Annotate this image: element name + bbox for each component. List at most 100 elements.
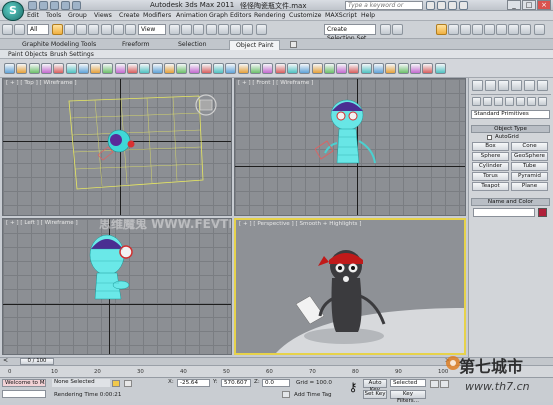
paint-connect-icon[interactable] xyxy=(127,63,138,74)
edit-poly-icon[interactable] xyxy=(348,63,360,74)
render-setup-icon[interactable] xyxy=(484,24,495,35)
close-button[interactable]: × xyxy=(537,0,551,10)
curve-editor-icon[interactable] xyxy=(448,24,459,35)
ffd-icon[interactable] xyxy=(311,63,323,74)
extrude-icon[interactable] xyxy=(4,63,15,74)
menu-graph-editors[interactable]: Graph Editors xyxy=(209,12,251,19)
new-file-icon[interactable] xyxy=(28,1,37,10)
menu-maxscript[interactable]: MAXScript xyxy=(325,12,357,19)
object-type-rollout[interactable]: Object Type xyxy=(471,125,550,133)
skin-icon[interactable] xyxy=(373,63,384,74)
modify-tab-icon[interactable] xyxy=(485,80,496,91)
named-selection-dropdown[interactable]: Create Selection Set xyxy=(324,24,376,42)
weld-icon[interactable] xyxy=(65,63,77,74)
morph-icon[interactable] xyxy=(385,63,397,74)
geometry-icon[interactable] xyxy=(472,97,481,106)
communication-center-icon[interactable] xyxy=(437,1,446,10)
viewport-perspective[interactable]: [ + ] [ Perspective ] [ Smooth + Highlig… xyxy=(234,218,466,355)
tab-graphite-modeling-tools[interactable]: Graphite Modeling Tools xyxy=(22,41,96,48)
select-and-rotate-icon[interactable] xyxy=(113,24,124,35)
edit-named-selection-icon[interactable] xyxy=(256,24,267,35)
helpers-icon[interactable] xyxy=(516,97,525,106)
graphite-modeling-toggle-icon[interactable] xyxy=(436,24,447,35)
menu-rendering[interactable]: Rendering xyxy=(254,12,286,19)
uvw-map-icon[interactable] xyxy=(323,63,335,74)
create-tab-icon[interactable] xyxy=(472,80,483,91)
object-color-swatch[interactable] xyxy=(538,208,547,217)
x-coordinate-field[interactable]: -25.64 xyxy=(177,379,210,387)
viewport-label[interactable]: [ + ] [ Front ] [ Wireframe ] xyxy=(238,80,313,86)
primitive-cone-button[interactable]: Cone xyxy=(511,142,548,151)
menu-animation[interactable]: Animation xyxy=(176,12,208,19)
hierarchy-tab-icon[interactable] xyxy=(498,80,509,91)
time-slider-thumb[interactable]: 0 / 100 xyxy=(20,358,54,365)
undo-icon[interactable] xyxy=(61,1,70,10)
save-icon[interactable] xyxy=(50,1,59,10)
lattice-icon[interactable] xyxy=(250,63,261,74)
menu-tools[interactable]: Tools xyxy=(46,12,61,19)
redo-icon[interactable] xyxy=(14,24,25,35)
connect-icon[interactable] xyxy=(53,63,65,74)
tessellate-icon[interactable] xyxy=(40,63,52,74)
viewport-front[interactable]: [ + ] [ Front ] [ Wireframe ] xyxy=(234,78,466,216)
shell-icon[interactable] xyxy=(225,63,237,74)
tab-freeform[interactable]: Freeform xyxy=(122,41,150,48)
menu-help[interactable]: Help xyxy=(361,12,375,19)
brush-settings-panel[interactable]: Brush Settings xyxy=(50,51,94,58)
optimize-icon[interactable] xyxy=(434,63,446,74)
snaps-toggle-icon[interactable] xyxy=(206,24,217,35)
swift-loop-icon[interactable] xyxy=(114,63,126,74)
pivot-center-icon[interactable] xyxy=(169,24,180,35)
absolute-mode-icon[interactable] xyxy=(124,380,132,387)
z-coordinate-field[interactable]: 0.0 xyxy=(262,379,290,387)
cut-icon[interactable] xyxy=(90,63,102,74)
rectangular-selection-icon[interactable] xyxy=(76,24,87,35)
window-crossing-icon[interactable] xyxy=(88,24,99,35)
paint-objects-panel[interactable]: Paint Objects xyxy=(8,51,47,58)
primitive-pyramid-button[interactable]: Pyramid xyxy=(511,172,548,181)
percent-snap-icon[interactable] xyxy=(230,24,241,35)
material-editor-icon[interactable] xyxy=(472,24,483,35)
twist-icon[interactable] xyxy=(299,63,311,74)
edit-mesh-icon[interactable] xyxy=(360,63,372,74)
app-menu-button[interactable]: S xyxy=(2,1,24,21)
minimize-button[interactable]: _ xyxy=(507,0,521,10)
align-icon[interactable] xyxy=(392,24,403,35)
select-and-scale-icon[interactable] xyxy=(125,24,136,35)
primitive-teapot-button[interactable]: Teapot xyxy=(472,182,509,191)
open-file-icon[interactable] xyxy=(39,1,48,10)
turbosmooth-icon[interactable] xyxy=(213,63,225,74)
auto-key-button[interactable]: Auto Key xyxy=(363,379,387,393)
redo-icon[interactable] xyxy=(72,1,81,10)
angle-snap-icon[interactable] xyxy=(218,24,229,35)
symmetry-icon[interactable] xyxy=(237,63,249,74)
tab-selection[interactable]: Selection xyxy=(178,41,207,48)
key-mode-dropdown[interactable]: Selected xyxy=(390,379,426,387)
rendered-frame-window-icon[interactable] xyxy=(496,24,507,35)
shapes-icon[interactable] xyxy=(483,97,492,106)
time-slider-left-arrow[interactable]: < xyxy=(2,358,9,365)
cap-icon[interactable] xyxy=(151,63,163,74)
selection-filter-dropdown[interactable]: All xyxy=(27,24,49,35)
display-tab-icon[interactable] xyxy=(524,80,535,91)
displace-icon[interactable] xyxy=(409,63,421,74)
unwrap-uvw-icon[interactable] xyxy=(336,63,348,74)
maxscript-output-field[interactable] xyxy=(2,390,46,398)
space-warps-icon[interactable] xyxy=(527,97,536,106)
menu-views[interactable]: Views xyxy=(94,12,112,19)
relax-icon[interactable] xyxy=(176,63,188,74)
ribbon-minimize-icon[interactable] xyxy=(290,41,297,48)
favorites-icon[interactable] xyxy=(448,1,457,10)
primitive-plane-button[interactable]: Plane xyxy=(511,182,548,191)
primitive-cylinder-button[interactable]: Cylinder xyxy=(472,162,509,171)
key-filters-button[interactable]: Key Filters... xyxy=(390,390,426,404)
push-icon[interactable] xyxy=(422,63,434,74)
systems-icon[interactable] xyxy=(538,97,547,106)
render-active-shade-icon[interactable] xyxy=(534,24,545,35)
smooth-icon[interactable] xyxy=(188,63,200,74)
key-icon[interactable]: ⚷ xyxy=(346,381,360,395)
viewport-label[interactable]: [ + ] [ Top ] [ Wireframe ] xyxy=(6,80,77,86)
taper-icon[interactable] xyxy=(286,63,298,74)
flip-icon[interactable] xyxy=(139,63,151,74)
search-icon[interactable] xyxy=(426,1,435,10)
